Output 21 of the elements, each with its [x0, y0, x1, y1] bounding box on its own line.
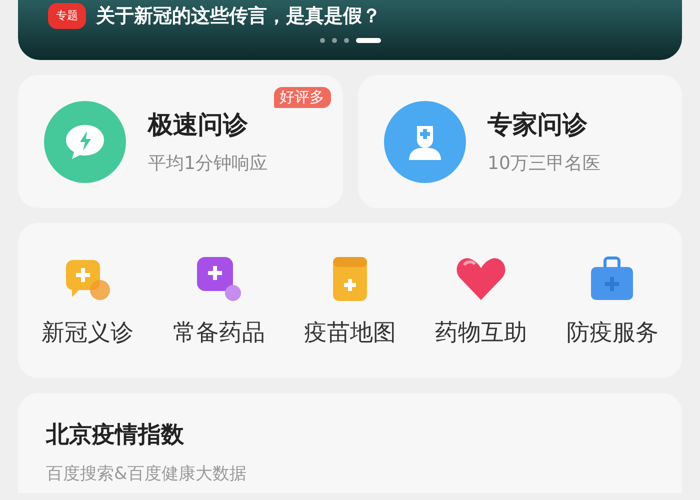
- service-title: 极速问诊: [148, 109, 249, 141]
- service-card[interactable]: 极速问诊 平均1分钟响应 好评多: [18, 75, 342, 208]
- rating-badge: 好评多: [274, 87, 330, 108]
- banner[interactable]: 专题 关于新冠的这些传言，是真是假？: [18, 0, 682, 60]
- shortcut-item[interactable]: 常备药品: [172, 253, 265, 348]
- service-subtitle: 10万三甲名医: [488, 152, 600, 175]
- carousel-dot[interactable]: [332, 38, 336, 43]
- index-title: 北京疫情指数: [46, 421, 185, 450]
- shortcut-item[interactable]: 防疫服务: [566, 253, 658, 348]
- service-subtitle: 平均1分钟响应: [148, 152, 268, 175]
- service-title: 专家问诊: [488, 109, 588, 141]
- carousel-dot[interactable]: [320, 38, 324, 43]
- banner-headline[interactable]: 关于新冠的这些传言，是真是假？: [96, 5, 381, 27]
- service-card[interactable]: 专家问诊 10万三甲名医: [358, 75, 682, 208]
- index-subtitle: 百度搜索&百度健康大数据: [46, 463, 248, 485]
- topic-tag: 专题: [48, 3, 86, 29]
- shortcut-item[interactable]: 新冠义诊: [42, 253, 134, 348]
- shortcut-item[interactable]: 药物互助: [435, 253, 528, 348]
- shortcut-item[interactable]: 疫苗地图: [304, 253, 396, 348]
- carousel-dot[interactable]: [344, 38, 348, 43]
- index-card[interactable]: 北京疫情指数 百度搜索&百度健康大数据: [18, 393, 682, 493]
